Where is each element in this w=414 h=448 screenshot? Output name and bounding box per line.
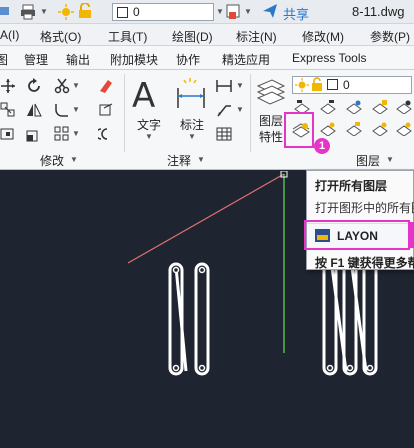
layer-tool-icon[interactable] [346,122,362,139]
trim-dropdown-icon[interactable]: ▼ [72,81,80,90]
turn-on-all-layers-icon[interactable] [292,122,310,141]
dimension-dropdown-icon[interactable]: ▼ [188,132,196,141]
modify-tools: ▼ ▼ ▼ [0,76,120,142]
layer-combo-quick-value: 0 [133,5,140,19]
leader-dropdown-icon[interactable]: ▼ [236,105,244,114]
layers-panel-expand-icon[interactable]: ▼ [386,155,394,164]
linear-dimension-dropdown-icon[interactable]: ▼ [236,81,244,90]
layer-manager-dropdown-icon[interactable]: ▼ [244,7,252,16]
tab-view[interactable]: 图 [0,51,8,68]
menu-item-a[interactable]: A(I) [0,28,19,42]
move-icon[interactable] [0,78,16,94]
layer-properties-label-1[interactable]: 图层 [259,112,283,129]
ribbon-tabs: 图 管理 输出 附加模块 协作 精选应用 Express Tools [0,46,414,70]
tab-output[interactable]: 输出 [66,51,90,68]
menu-item-format[interactable]: 格式(O) [40,28,81,45]
layer-tool-icon[interactable] [396,122,412,139]
tab-express-tools[interactable]: Express Tools [292,51,366,65]
menu-item-parameters[interactable]: 参数(P) [370,28,410,45]
tooltip-title: 打开所有图层 [315,179,388,193]
stretch-icon[interactable] [0,126,16,142]
layer-properties-label-2[interactable]: 特性 [259,128,283,145]
fillet-icon[interactable] [54,102,70,118]
layer-tool-icon[interactable] [346,100,362,117]
layer-tool-icon[interactable] [372,100,388,117]
annotation-panel-label[interactable]: 注释 [167,152,191,169]
trim-icon[interactable] [54,78,70,94]
layer-color-swatch [327,79,338,90]
separator [124,74,125,152]
tab-manage[interactable]: 管理 [24,51,48,68]
layer-tool-icon[interactable] [372,122,388,139]
quick-access-toolbar: ▼ 0 ▼ ▼ 共享 8-11.dwg [0,0,414,24]
layers-panel-label[interactable]: 图层 [356,152,380,169]
layer-properties-icon[interactable] [256,76,286,109]
menu-item-dimension[interactable]: 标注(N) [236,28,277,45]
layer-color-swatch [117,7,128,18]
layer-tools: 1 [284,98,414,154]
file-name: 8-11.dwg [352,4,405,19]
array-dropdown-icon[interactable]: ▼ [72,129,80,138]
leader-icon[interactable] [216,102,232,118]
layon-command-highlight [304,220,410,250]
layer-combo-ribbon[interactable]: 0 [292,76,412,94]
open-icon[interactable] [0,4,10,21]
array-icon[interactable] [54,126,70,142]
tab-collaborate[interactable]: 协作 [176,51,200,68]
copy-icon[interactable] [0,102,16,118]
explode-icon[interactable] [98,102,114,118]
text-large-icon[interactable]: A [132,76,155,116]
menu-item-draw[interactable]: 绘图(D) [172,28,213,45]
share-icon[interactable] [262,3,278,22]
layer-combo-value: 0 [343,78,350,92]
qab-dropdown-icon[interactable]: ▼ [40,7,48,16]
share-label[interactable]: 共享 [283,4,309,23]
layer-lock-icon [311,77,323,95]
dimension-large-icon[interactable] [176,78,206,115]
ribbon-panel: ▼ ▼ ▼ 修改 ▼ A 文字 ▼ 标注 ▼ ▼ ▼ 注释 ▼ 图层 特性 0 … [0,70,414,170]
tab-addins[interactable]: 附加模块 [110,51,158,68]
separator [250,74,251,152]
offset-icon[interactable] [98,126,114,142]
menu-bar: A(I) 格式(O) 工具(T) 绘图(D) 标注(N) 修改(M) 参数(P) [0,24,414,46]
layer-manager-icon[interactable] [226,3,242,24]
text-dropdown-icon[interactable]: ▼ [145,132,153,141]
linear-dimension-icon[interactable] [216,78,232,94]
mirror-icon[interactable] [26,102,42,118]
layer-combo-dropdown-icon[interactable]: ▼ [216,7,224,16]
print-icon[interactable] [20,4,36,23]
tooltip-help-hint: 按 F1 键获得更多帮 [315,256,414,270]
rotate-icon[interactable] [26,78,42,94]
menu-item-tools[interactable]: 工具(T) [108,28,147,45]
annotation-panel-expand-icon[interactable]: ▼ [197,155,205,164]
layer-tool-icon[interactable] [320,100,336,117]
fillet-dropdown-icon[interactable]: ▼ [72,105,80,114]
step-badge: 1 [314,138,330,154]
tab-featured-apps[interactable]: 精选应用 [222,51,270,68]
layer-tool-icon[interactable] [320,122,336,139]
sun-icon[interactable] [58,4,74,23]
modify-panel-label[interactable]: 修改 [40,152,64,169]
highlight-pointer [410,222,414,248]
dimension-button-label[interactable]: 标注 [180,116,204,133]
tooltip-description: 打开图形中的所有图 [315,201,414,215]
modify-panel-expand-icon[interactable]: ▼ [70,155,78,164]
erase-icon[interactable] [98,78,114,94]
layer-sun-icon [295,78,309,95]
text-button-label[interactable]: 文字 [137,116,161,133]
table-icon[interactable] [216,126,232,142]
menu-item-modify[interactable]: 修改(M) [302,28,344,45]
layer-combo-quick[interactable]: 0 [112,3,214,21]
scale-icon[interactable] [26,126,42,142]
layer-tool-icon[interactable] [396,100,412,117]
lock-icon[interactable] [78,2,92,22]
